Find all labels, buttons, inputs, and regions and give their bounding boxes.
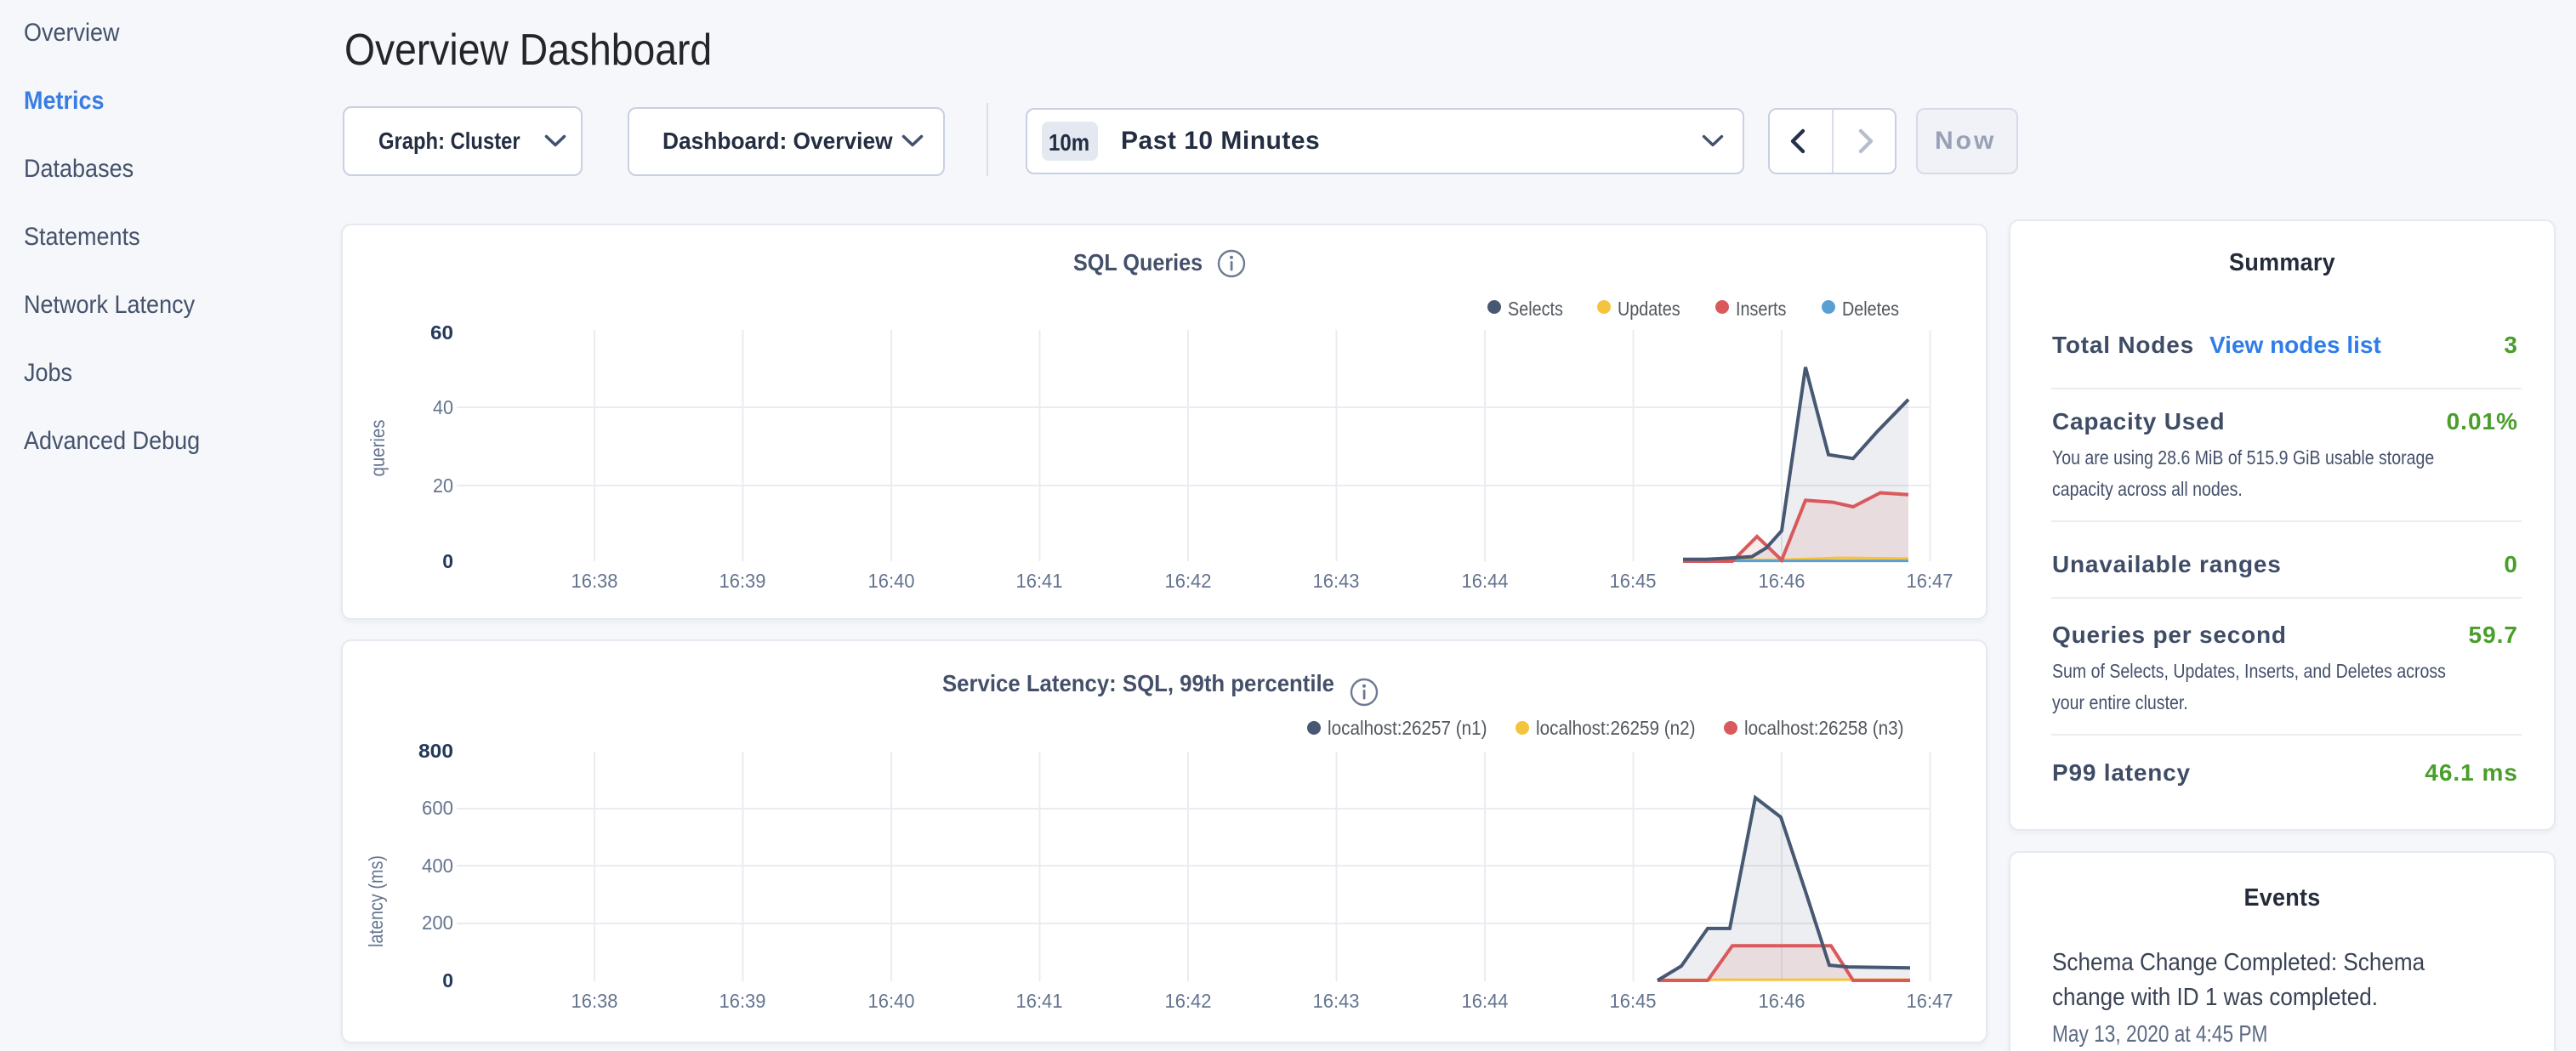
svg-text:16:40: 16:40: [868, 990, 915, 1012]
svg-text:0: 0: [442, 969, 453, 991]
svg-text:16:47: 16:47: [1907, 570, 1953, 592]
svg-text:16:39: 16:39: [719, 570, 766, 592]
svg-text:16:42: 16:42: [1165, 990, 1212, 1012]
svg-text:200: 200: [422, 912, 453, 934]
svg-text:16:44: 16:44: [1462, 990, 1509, 1012]
svg-text:queries: queries: [367, 420, 389, 477]
svg-text:16:42: 16:42: [1165, 570, 1212, 592]
svg-text:400: 400: [422, 855, 453, 877]
svg-text:16:39: 16:39: [719, 990, 766, 1012]
svg-text:60: 60: [430, 321, 453, 344]
svg-text:16:41: 16:41: [1016, 990, 1063, 1012]
svg-text:800: 800: [418, 740, 453, 762]
svg-text:16:46: 16:46: [1759, 570, 1805, 592]
svg-text:600: 600: [422, 797, 453, 819]
svg-text:40: 40: [433, 396, 453, 418]
svg-text:16:45: 16:45: [1610, 990, 1657, 1012]
svg-text:0: 0: [442, 550, 453, 572]
svg-text:16:38: 16:38: [571, 570, 618, 592]
svg-text:16:43: 16:43: [1313, 990, 1360, 1012]
svg-text:16:44: 16:44: [1462, 570, 1509, 592]
svg-text:16:43: 16:43: [1313, 570, 1360, 592]
svg-text:16:45: 16:45: [1610, 570, 1657, 592]
svg-text:16:38: 16:38: [571, 990, 618, 1012]
svg-text:16:41: 16:41: [1016, 570, 1063, 592]
svg-text:16:46: 16:46: [1759, 990, 1805, 1012]
svg-text:16:47: 16:47: [1907, 990, 1953, 1012]
svg-text:20: 20: [433, 474, 453, 497]
svg-text:latency (ms): latency (ms): [365, 855, 387, 947]
svg-text:16:40: 16:40: [868, 570, 915, 592]
